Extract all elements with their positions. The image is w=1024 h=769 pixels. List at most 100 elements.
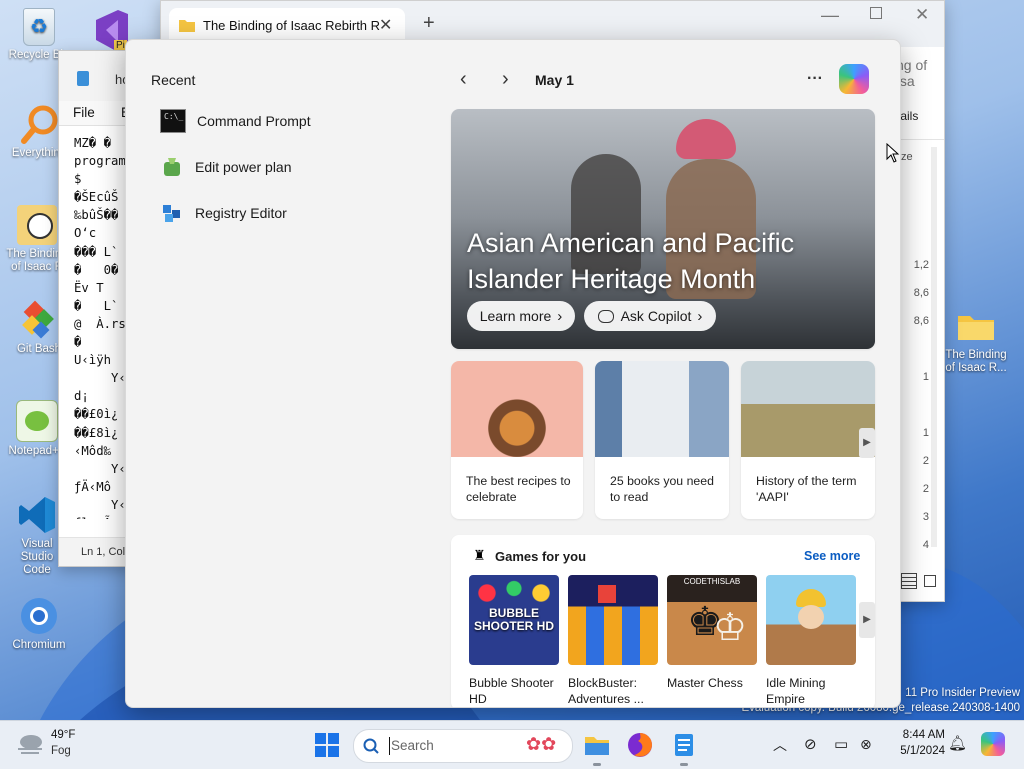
article-card-books[interactable]: 25 books you need to read xyxy=(595,361,729,519)
learn-more-button[interactable]: Learn more › xyxy=(467,301,575,331)
start-button[interactable] xyxy=(315,733,339,757)
weather-temp: 49°F xyxy=(51,729,76,741)
size-cell: 8,6 xyxy=(913,287,929,299)
notifications-bell-icon[interactable]: 🔔︎ xyxy=(948,734,967,752)
vscode-icon xyxy=(17,495,57,535)
file-explorer-taskbar-icon[interactable] xyxy=(583,731,611,766)
master-chess-thumb-text: CODETHISLAB xyxy=(683,577,741,586)
more-options-icon[interactable]: ··· xyxy=(807,70,823,88)
master-chess-thumbnail: CODETHISLAB ♚ ♔ xyxy=(667,575,757,665)
recent-item-registry-editor[interactable]: Registry Editor xyxy=(160,199,287,227)
hero-card[interactable]: Asian American and Pacific Islander Heri… xyxy=(451,109,875,349)
explorer-tab-title: The Binding of Isaac Rebirth R xyxy=(203,18,381,33)
game-tile-master-chess[interactable]: CODETHISLAB ♚ ♔ Master Chess xyxy=(667,575,757,691)
desktop-icon-label: The Binding of Isaac R... xyxy=(945,349,1007,374)
game-name: Idle Mining Empire xyxy=(766,676,826,706)
new-tab-icon[interactable]: + xyxy=(423,12,435,35)
search-caret xyxy=(389,737,390,755)
tiles-view-icon[interactable] xyxy=(924,575,936,587)
size-cell: 1 xyxy=(922,427,929,439)
size-cell: 4 xyxy=(922,539,929,551)
command-prompt-icon: C:\_ xyxy=(160,109,186,133)
desktop-icon-label: Visual Studio Code xyxy=(20,538,54,576)
game-tile-blockbuster[interactable]: BlockBuster: Adventures ... xyxy=(568,575,658,707)
taskbar: 49°F Fog Search ✿✿ ︿ ⊘ ▭ ⊗ 8:44 AM 5/1/2… xyxy=(0,720,1024,769)
notepad-app-icon xyxy=(77,71,89,86)
game-tile-bubble-shooter[interactable]: BUBBLE SHOOTER HD Bubble Shooter HD xyxy=(469,575,559,707)
menu-file[interactable]: File xyxy=(73,105,95,120)
search-placeholder: Search xyxy=(391,738,434,753)
article-card-aapi[interactable]: History of the term 'AAPI' xyxy=(741,361,875,519)
recycle-bin-icon: ♻ xyxy=(23,8,55,46)
game-name: Bubble Shooter HD xyxy=(469,676,554,706)
close-window-icon[interactable]: ✕ xyxy=(915,5,929,25)
explorer-address[interactable]: ng of Isa xyxy=(896,57,944,89)
game-controller-icon: ♜ xyxy=(473,547,486,563)
recent-item-label: Registry Editor xyxy=(195,205,287,221)
desktop-icon-chromium[interactable]: Chromium xyxy=(8,596,70,652)
mouse-cursor xyxy=(886,143,900,163)
chevron-right-icon: › xyxy=(697,307,703,325)
size-cell: 1,2 xyxy=(913,259,929,271)
desktop-icon-label: Git Bash xyxy=(16,343,62,355)
see-more-link[interactable]: See more xyxy=(804,549,860,563)
desktop-icon-isaac-folder[interactable]: The Binding of Isaac R... xyxy=(944,306,1008,375)
display-icon[interactable]: ▭ xyxy=(834,735,848,753)
firefox-taskbar-icon[interactable] xyxy=(626,731,654,759)
everything-search-icon xyxy=(19,104,59,144)
search-highlight-flowers-icon: ✿✿ xyxy=(526,734,557,754)
game-name: Master Chess xyxy=(667,676,743,690)
copilot-icon[interactable] xyxy=(839,64,869,94)
game-name: BlockBuster: Adventures ... xyxy=(568,676,644,706)
widgets-panel: Recent C:\_ Command Prompt Edit power pl… xyxy=(125,39,901,708)
clock-time: 8:44 AM xyxy=(902,729,945,741)
weather-condition: Fog xyxy=(51,745,71,757)
hero-title: Asian American and Pacific Islander Heri… xyxy=(467,228,795,294)
desktop-icon-label: Notepad++ xyxy=(8,445,66,457)
show-hidden-icons-chevron-icon[interactable]: ︿ xyxy=(773,735,787,755)
copilot-taskbar-icon[interactable] xyxy=(981,732,1005,756)
size-column-header[interactable]: ze xyxy=(901,151,913,163)
recipes-image xyxy=(451,361,583,457)
article-card-recipes[interactable]: The best recipes to celebrate xyxy=(451,361,583,519)
recent-item-edit-power-plan[interactable]: Edit power plan xyxy=(160,153,292,181)
ask-copilot-button[interactable]: Ask Copilot › xyxy=(584,301,716,331)
explorer-scrollbar[interactable] xyxy=(931,147,937,547)
taskbar-search-box[interactable]: Search ✿✿ xyxy=(353,729,573,763)
clock-date: 5/1/2024 xyxy=(900,745,945,757)
recent-item-label: Edit power plan xyxy=(195,159,292,175)
size-cell: 8,6 xyxy=(913,315,929,327)
idle-mining-thumbnail xyxy=(766,575,856,665)
desktop-icon-label: Chromium xyxy=(12,639,66,651)
power-plan-icon xyxy=(160,156,184,178)
card-caption: History of the term 'AAPI' xyxy=(756,474,857,504)
chat-bubble-icon xyxy=(597,309,614,323)
games-scroll-right-icon[interactable]: ▶ xyxy=(859,602,875,638)
explorer-tab[interactable]: The Binding of Isaac Rebirth R ✕ xyxy=(169,8,405,42)
notepad-taskbar-icon[interactable] xyxy=(670,731,698,766)
volume-muted-icon[interactable]: ⊗ xyxy=(860,736,872,753)
isaac-game-icon xyxy=(17,205,57,245)
weather-widget[interactable]: 49°F Fog xyxy=(14,727,104,763)
details-view-icon[interactable] xyxy=(901,573,917,589)
network-offline-icon[interactable]: ⊘ xyxy=(804,735,817,753)
close-tab-icon[interactable]: ✕ xyxy=(379,15,392,35)
game-tile-idle-mining[interactable]: Idle Mining Empire xyxy=(766,575,856,707)
windows-logo-icon xyxy=(315,733,326,744)
bubble-shooter-thumbnail: BUBBLE SHOOTER HD xyxy=(469,575,559,665)
games-header: Games for you xyxy=(495,549,587,564)
cards-scroll-right-icon[interactable]: ▶ xyxy=(859,428,875,458)
search-icon xyxy=(363,738,379,754)
folder-icon xyxy=(956,306,996,346)
size-cell: 3 xyxy=(922,511,929,523)
minimize-icon[interactable]: — xyxy=(821,5,839,26)
clock[interactable]: 8:44 AM 5/1/2024 xyxy=(889,727,945,759)
prev-day-chevron-icon[interactable]: ‹ xyxy=(460,68,467,91)
fog-icon xyxy=(18,735,42,754)
recent-item-command-prompt[interactable]: C:\_ Command Prompt xyxy=(160,107,311,135)
size-cell: 1 xyxy=(922,371,929,383)
next-day-chevron-icon[interactable]: › xyxy=(502,68,509,91)
maximize-icon[interactable] xyxy=(870,7,882,19)
chevron-right-icon: › xyxy=(557,307,563,325)
registry-editor-icon xyxy=(160,202,184,224)
